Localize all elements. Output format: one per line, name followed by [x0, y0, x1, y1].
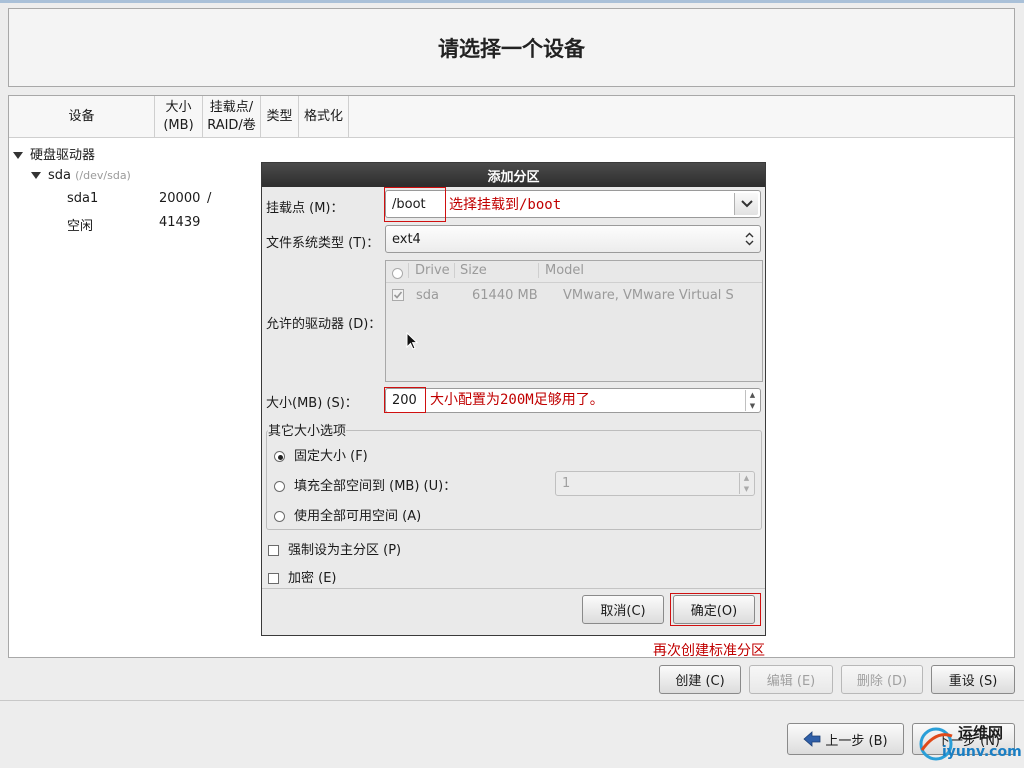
radio-icon: [274, 481, 285, 492]
cancel-button[interactable]: 取消(C): [582, 595, 664, 624]
ok-highlight-box: [670, 593, 761, 626]
arrow-left-icon: [803, 731, 821, 747]
column-device[interactable]: 设备: [9, 96, 155, 138]
partition-mount: /: [207, 191, 212, 206]
top-accent-line: [0, 0, 1024, 3]
expand-triangle-icon[interactable]: [13, 152, 23, 159]
radio-fixed-size[interactable]: 固定大小 (F): [274, 445, 368, 464]
page-header: 请选择一个设备: [8, 8, 1015, 87]
watermark-url: iyunv.com: [942, 744, 1022, 760]
size-spinner[interactable]: ▲ ▼: [745, 390, 759, 411]
chevron-down-icon: [740, 200, 753, 208]
mount-label: 挂载点 (M)：: [266, 201, 344, 216]
fs-type-value: ext4: [392, 231, 421, 247]
partition-name: sda1: [67, 191, 99, 206]
drive-size: 61440 MB: [472, 288, 538, 303]
drive-name: sda: [416, 288, 439, 303]
expand-triangle-icon[interactable]: [31, 172, 41, 179]
edit-button[interactable]: 编辑 (E): [749, 665, 833, 694]
mount-highlight-box: [384, 187, 446, 222]
partition-name: 空闲: [67, 219, 94, 234]
page-title: 请选择一个设备: [438, 36, 585, 61]
size-label: 大小(MB) (S)：: [266, 396, 358, 411]
radio-selected-icon: [274, 451, 285, 462]
radio-icon: [274, 511, 285, 522]
watermark-text: 运维网: [958, 724, 1004, 742]
updown-arrows-icon: [745, 232, 754, 250]
mount-dropdown-button[interactable]: [734, 193, 758, 215]
model-column-header: Model: [538, 263, 584, 278]
column-size[interactable]: 大小 (MB): [155, 96, 203, 138]
radio-use-all[interactable]: 使用全部可用空间 (A): [274, 505, 421, 524]
delete-button[interactable]: 删除 (D): [841, 665, 923, 694]
checkbox-icon: [268, 545, 279, 556]
drive-checkbox[interactable]: [392, 289, 404, 305]
drive-row[interactable]: sda 61440 MB VMware, VMware Virtual S: [386, 285, 762, 307]
size-highlight-box: [384, 387, 426, 413]
watermark-logo: 运维网 iyunv.com: [916, 720, 1022, 766]
footer-separator: [0, 700, 1024, 701]
drives-list[interactable]: Drive Size Model sda 61440 MB VMware, VM…: [385, 260, 763, 382]
fs-type-label: 文件系统类型 (T)：: [266, 236, 380, 251]
create-button[interactable]: 创建 (C): [659, 665, 741, 694]
size-options-title: 其它大小选项: [268, 420, 347, 439]
partition-size: 20000: [159, 191, 201, 206]
tree-disk-sda[interactable]: sda (/dev/sda): [31, 168, 131, 183]
drive-column-header: Drive: [408, 263, 450, 278]
checkbox-icon: [268, 573, 279, 584]
mouse-cursor-icon: [406, 332, 419, 350]
reset-button[interactable]: 重设 (S): [931, 665, 1015, 694]
size-column-header: Size: [454, 263, 487, 278]
header-filler: [349, 96, 1014, 138]
column-format[interactable]: 格式化: [299, 96, 349, 138]
drive-model: VMware, VMware Virtual S: [563, 288, 734, 303]
mount-annotation: 选择挂载到/boot: [449, 197, 562, 213]
drives-header: Drive Size Model: [386, 261, 762, 283]
encrypt-checkbox[interactable]: 加密 (E): [268, 567, 337, 586]
fs-type-select[interactable]: ext4: [385, 225, 761, 253]
dialog-divider: [262, 588, 765, 589]
dialog-title: 添加分区: [487, 169, 540, 185]
force-primary-checkbox[interactable]: 强制设为主分区 (P): [268, 539, 401, 558]
fill-size-spinner[interactable]: ▲ ▼: [739, 473, 753, 494]
column-mount[interactable]: 挂载点/ RAID/卷: [203, 96, 261, 138]
tree-group-harddisk[interactable]: 硬盘驱动器: [13, 144, 95, 163]
radio-fill-to[interactable]: 填充全部空间到 (MB) (U)：: [274, 475, 456, 494]
size-annotation: 大小配置为200M足够用了。: [430, 392, 604, 408]
partition-size: 41439: [159, 215, 201, 230]
disk-path: (/dev/sda): [75, 169, 131, 182]
back-button[interactable]: 上一步 (B): [787, 723, 904, 755]
drives-label: 允许的驱动器 (D)：: [266, 317, 382, 332]
create-annotation: 再次创建标准分区: [653, 643, 765, 659]
dialog-title-bar: 添加分区: [262, 163, 765, 187]
fill-size-input[interactable]: 1 ▲ ▼: [555, 471, 755, 496]
column-type[interactable]: 类型: [261, 96, 299, 138]
